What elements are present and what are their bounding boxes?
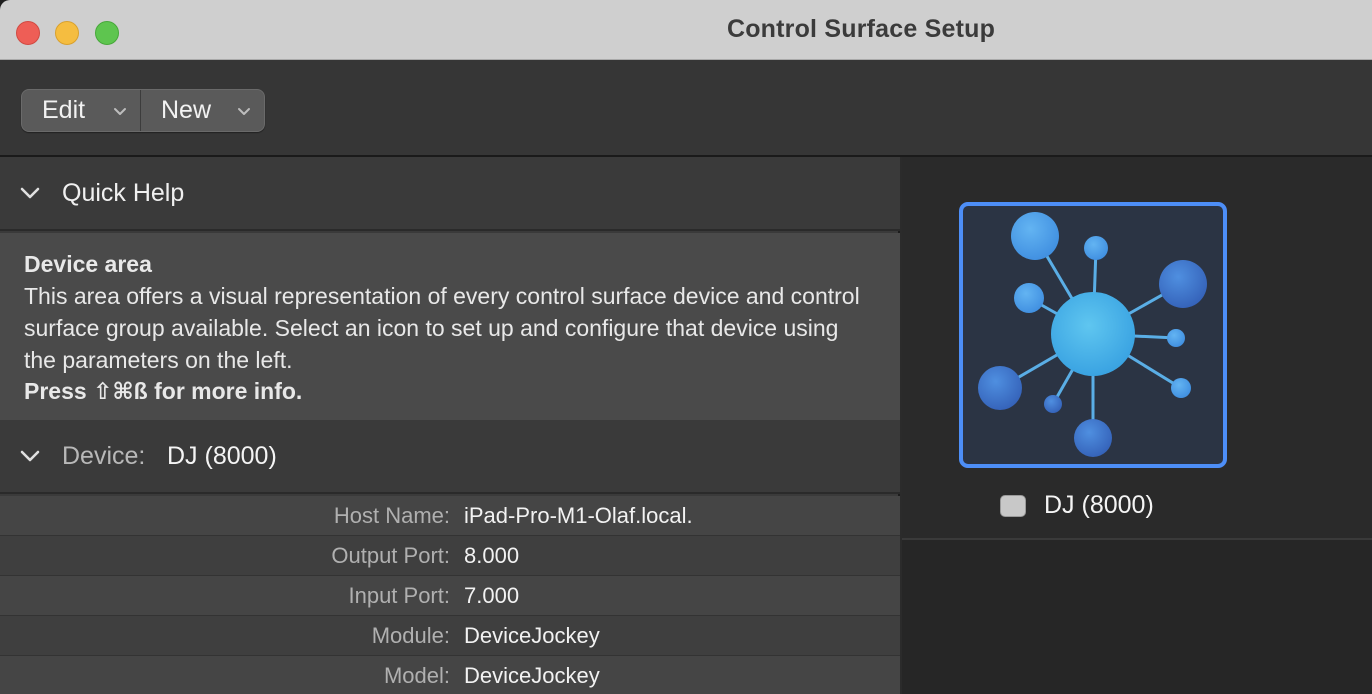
inspector-pane: Quick Help Device area This area offers … xyxy=(0,157,900,694)
param-row-input-port: Input Port: 7.000 xyxy=(0,576,900,616)
help-text: This area offers a visual representation… xyxy=(24,283,860,373)
device-value: DJ (8000) xyxy=(167,441,277,470)
window-title: Control Surface Setup xyxy=(726,15,996,43)
param-label: Model: xyxy=(383,662,450,688)
menu-button-group: Edit New xyxy=(21,89,265,132)
device-checkbox[interactable] xyxy=(1000,494,1026,517)
model-value: DeviceJockey xyxy=(464,662,600,688)
device-header[interactable]: Device: DJ (8000) xyxy=(0,420,900,494)
chevron-down-icon xyxy=(238,107,250,115)
device-name-label: DJ (8000) xyxy=(1044,491,1154,519)
device-label: Device: xyxy=(62,441,146,470)
param-row-host-name: Host Name: iPad-Pro-M1-Olaf.local. xyxy=(0,496,900,536)
disclosure-chevron-icon[interactable] xyxy=(18,444,42,468)
edit-menu-button[interactable]: Edit xyxy=(22,90,141,131)
param-label: Module: xyxy=(371,622,450,648)
network-hub-icon xyxy=(978,212,1207,457)
param-row-module: Module: DeviceJockey xyxy=(0,616,900,656)
quick-help-body: Device area This area offers a visual re… xyxy=(0,233,900,420)
device-parameters: Host Name: iPad-Pro-M1-Olaf.local. Outpu… xyxy=(0,496,900,694)
edit-menu-label: Edit xyxy=(42,96,86,124)
device-tile[interactable] xyxy=(959,202,1227,468)
new-menu-button[interactable]: New xyxy=(141,90,264,131)
quick-help-title: Quick Help xyxy=(62,178,185,207)
window: Control Surface Setup Edit New Quick Hel… xyxy=(0,0,1372,694)
disclosure-chevron-icon[interactable] xyxy=(18,181,42,205)
device-area-pane: DJ (8000) xyxy=(902,157,1372,694)
param-label: Host Name: xyxy=(333,502,450,528)
param-row-output-port: Output Port: 8.000 xyxy=(0,536,900,576)
title-bar: Control Surface Setup xyxy=(0,0,1372,60)
device-area: DJ (8000) xyxy=(902,157,1372,540)
help-shortcut-hint: Press ⇧⌘ß for more info. xyxy=(24,378,303,404)
quick-help-header[interactable]: Quick Help xyxy=(0,157,900,231)
module-value: DeviceJockey xyxy=(464,622,600,648)
param-row-model: Model: DeviceJockey xyxy=(0,656,900,694)
help-heading: Device area xyxy=(24,251,152,277)
param-label: Input Port: xyxy=(348,582,450,608)
output-port-field[interactable]: 8.000 xyxy=(464,543,519,569)
param-label: Output Port: xyxy=(331,542,450,568)
device-name-row: DJ (8000) xyxy=(1000,491,1154,520)
input-port-field[interactable]: 7.000 xyxy=(464,583,519,609)
new-menu-label: New xyxy=(161,96,212,124)
chevron-down-icon xyxy=(114,107,126,115)
toolbar: Edit New xyxy=(0,60,1372,157)
host-name-field[interactable]: iPad-Pro-M1-Olaf.local. xyxy=(464,503,693,529)
